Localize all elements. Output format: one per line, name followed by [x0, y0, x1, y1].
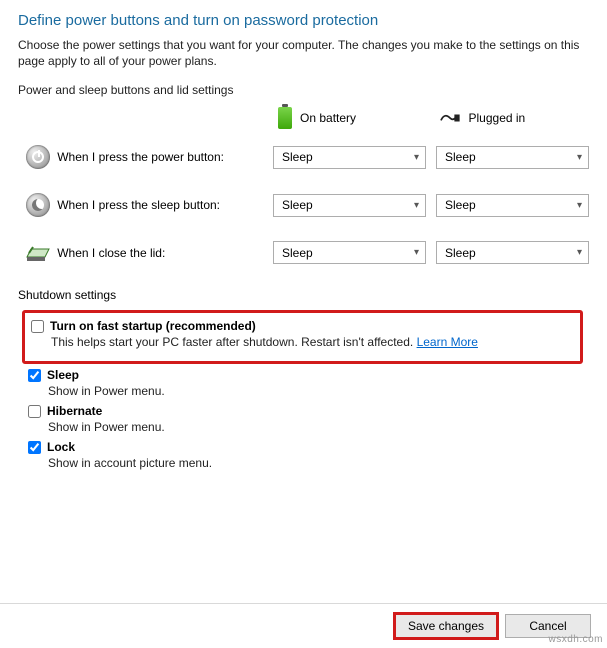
- power-button-on-battery-dropdown[interactable]: Sleep ▾: [273, 146, 426, 169]
- dropdown-value: Sleep: [282, 150, 313, 164]
- plug-icon: [439, 111, 461, 125]
- chevron-down-icon: ▾: [577, 247, 582, 258]
- power-button-label: When I press the power button:: [57, 150, 273, 164]
- chevron-down-icon: ▾: [577, 200, 582, 211]
- fast-startup-desc: This helps start your PC faster after sh…: [51, 335, 417, 349]
- dropdown-value: Sleep: [282, 246, 313, 260]
- power-button-plugged-in-dropdown[interactable]: Sleep ▾: [436, 146, 589, 169]
- fast-startup-label: Turn on fast startup (recommended): [50, 319, 256, 333]
- page-title: Define power buttons and turn on passwor…: [18, 12, 589, 29]
- column-on-battery-label: On battery: [300, 111, 356, 125]
- learn-more-link[interactable]: Learn More: [417, 335, 478, 349]
- lock-desc: Show in account picture menu.: [48, 456, 589, 470]
- battery-icon: [278, 107, 292, 129]
- dropdown-value: Sleep: [445, 198, 476, 212]
- chevron-down-icon: ▾: [414, 200, 419, 211]
- save-changes-button[interactable]: Save changes: [395, 614, 497, 638]
- column-plugged-in: Plugged in: [439, 111, 590, 125]
- sleep-checkbox[interactable]: [28, 369, 41, 382]
- sleep-label: Sleep: [47, 368, 79, 382]
- lock-label: Lock: [47, 440, 75, 454]
- dropdown-value: Sleep: [445, 246, 476, 260]
- chevron-down-icon: ▾: [414, 247, 419, 258]
- fast-startup-highlight: Turn on fast startup (recommended) This …: [22, 310, 583, 364]
- sleep-button-icon: [26, 193, 50, 217]
- shutdown-settings-header: Shutdown settings: [18, 288, 589, 302]
- lid-icon: [25, 243, 51, 263]
- chevron-down-icon: ▾: [414, 152, 419, 163]
- sleep-button-label: When I press the sleep button:: [57, 198, 273, 212]
- hibernate-label: Hibernate: [47, 404, 102, 418]
- hibernate-desc: Show in Power menu.: [48, 420, 589, 434]
- dropdown-value: Sleep: [282, 198, 313, 212]
- buttons-lid-section-header: Power and sleep buttons and lid settings: [18, 83, 589, 97]
- dropdown-value: Sleep: [445, 150, 476, 164]
- fast-startup-checkbox[interactable]: [31, 320, 44, 333]
- lid-on-battery-dropdown[interactable]: Sleep ▾: [273, 241, 426, 264]
- lid-plugged-in-dropdown[interactable]: Sleep ▾: [436, 241, 589, 264]
- sleep-button-on-battery-dropdown[interactable]: Sleep ▾: [273, 194, 426, 217]
- hibernate-checkbox[interactable]: [28, 405, 41, 418]
- sleep-desc: Show in Power menu.: [48, 384, 589, 398]
- page-description: Choose the power settings that you want …: [18, 37, 589, 69]
- lock-checkbox[interactable]: [28, 441, 41, 454]
- chevron-down-icon: ▾: [577, 152, 582, 163]
- lid-label: When I close the lid:: [57, 246, 273, 260]
- watermark: wsxdh.com: [548, 634, 603, 645]
- sleep-button-plugged-in-dropdown[interactable]: Sleep ▾: [436, 194, 589, 217]
- column-plugged-in-label: Plugged in: [469, 111, 526, 125]
- power-button-icon: [26, 145, 50, 169]
- column-on-battery: On battery: [278, 107, 429, 129]
